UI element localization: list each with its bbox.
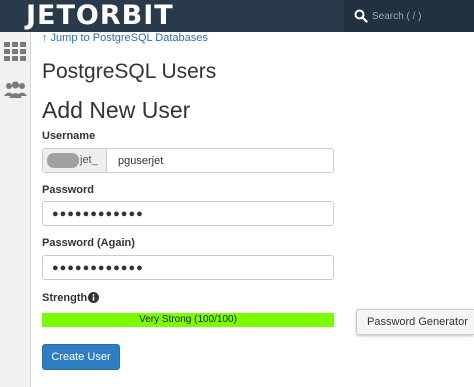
info-icon[interactable]: [88, 292, 99, 303]
search-icon: [354, 9, 368, 23]
password-input[interactable]: [42, 201, 334, 226]
password-label: Password: [42, 184, 94, 196]
strength-meter: Very Strong (100/100): [42, 313, 334, 327]
brand-logo[interactable]: JETORBIT: [26, 1, 174, 31]
password-again-input[interactable]: [42, 255, 334, 280]
username-prefix-text: jet_: [80, 154, 98, 166]
top-bar: JETORBIT: [0, 0, 474, 32]
section-title: Add New User: [42, 97, 191, 123]
password-again-label: Password (Again): [42, 237, 135, 249]
password-generator-button[interactable]: Password Generator: [356, 309, 474, 335]
users-icon[interactable]: [4, 80, 27, 100]
apps-grid-icon[interactable]: [4, 42, 27, 62]
create-user-button[interactable]: Create User: [42, 344, 120, 370]
jump-to-databases-link[interactable]: ↑ Jump to PostgreSQL Databases: [42, 32, 208, 45]
main-content: ↑ Jump to PostgreSQL Databases PostgreSQ…: [31, 32, 474, 387]
username-label: Username: [42, 130, 96, 142]
search-input[interactable]: [372, 8, 468, 24]
username-prefix: jet_: [43, 149, 107, 172]
page-title: PostgreSQL Users: [42, 60, 217, 83]
username-input[interactable]: [107, 149, 333, 172]
username-input-group: jet_: [42, 148, 334, 173]
sidebar: [0, 32, 31, 387]
search-box[interactable]: [344, 0, 474, 32]
strength-label: Strength: [42, 292, 88, 304]
strength-meter-text: Very Strong (100/100): [139, 314, 237, 325]
redacted-prefix: [47, 153, 79, 168]
